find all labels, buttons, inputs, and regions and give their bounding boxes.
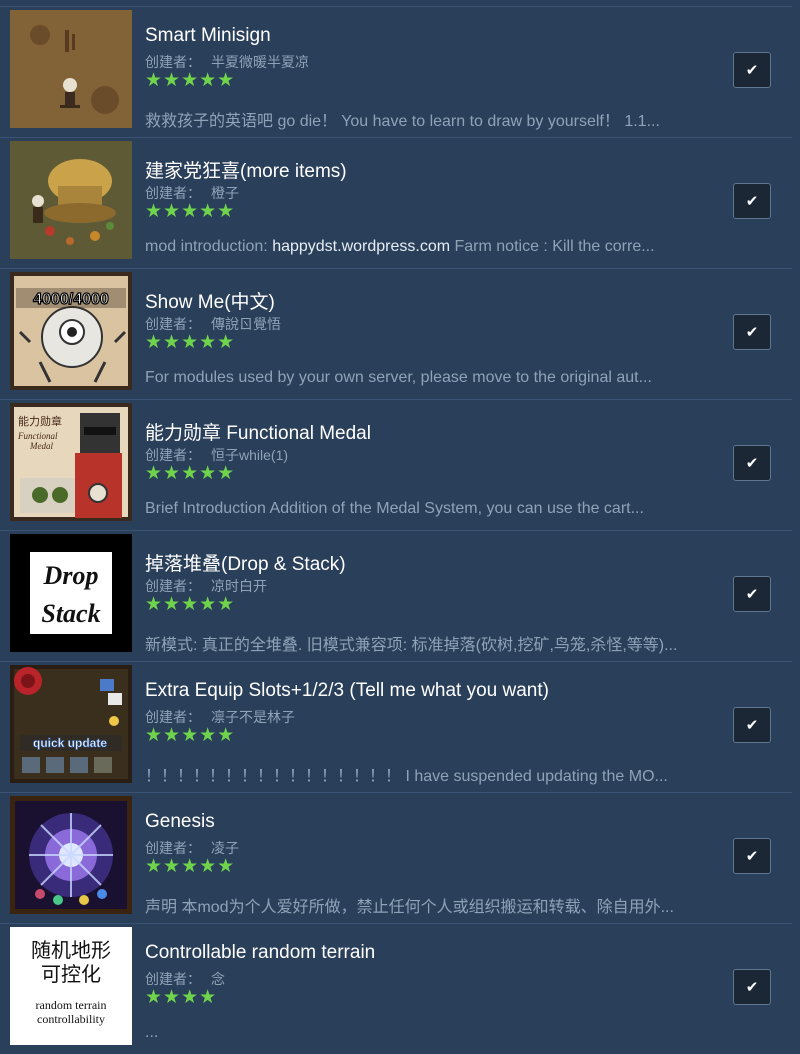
check-icon: ✔ <box>745 455 759 472</box>
mod-title[interactable]: Genesis <box>145 811 215 833</box>
author-label: 创建者： <box>145 185 201 201</box>
check-icon: ✔ <box>745 586 759 603</box>
thumb-label: 4000/4000 <box>33 291 109 308</box>
subscribe-checkbox[interactable]: ✔ <box>733 707 771 743</box>
subscribe-checkbox[interactable]: ✔ <box>733 183 771 219</box>
subscribe-checkbox[interactable]: ✔ <box>733 969 771 1005</box>
rating-stars: ★★★★★ <box>145 201 236 222</box>
subscribe-checkbox[interactable]: ✔ <box>733 576 771 612</box>
mod-item-drop-stack[interactable]: Drop Stack 掉落堆叠(Drop & Stack) 创建者： 凉时白开 ★… <box>0 530 792 654</box>
rating-stars: ★★★★★ <box>145 856 236 877</box>
rating-stars: ★★★★★ <box>145 70 236 91</box>
desc-suffix: Farm notice : Kill the corre... <box>450 238 655 255</box>
mod-item-builder[interactable]: 建家党狂喜(more items) 创建者： 橙子 ★★★★★ mod intro… <box>0 137 792 261</box>
author-label: 创建者： <box>145 316 201 332</box>
mod-thumbnail[interactable]: 4000/4000 <box>10 272 132 390</box>
mod-title[interactable]: Show Me(中文) <box>145 287 275 314</box>
drop-stack-thumbnail-image: Drop Stack <box>10 534 132 652</box>
mod-thumbnail[interactable]: 能力勋章 Functional Medal <box>10 403 132 521</box>
mod-item-functional-medal[interactable]: 能力勋章 Functional Medal 能力勋章 Functional Me… <box>0 399 792 523</box>
author-name[interactable]: 凌子 <box>211 840 239 856</box>
author-label: 创建者： <box>145 709 201 725</box>
rating-stars: ★★★★★ <box>145 332 236 353</box>
functional-medal-thumbnail-image: 能力勋章 Functional Medal <box>10 403 132 521</box>
author-name[interactable]: 半夏微暖半夏凉 <box>211 54 309 70</box>
mod-description: 新模式: 真正的全堆叠. 旧模式兼容项: 标准掉落(砍树,挖矿,鸟笼,杀怪,等等… <box>145 637 678 654</box>
author-label: 创建者： <box>145 447 201 463</box>
mod-thumbnail[interactable]: 随机地形 可控化 random terrain controllability <box>10 927 132 1045</box>
mod-thumbnail[interactable]: quick update <box>10 665 132 783</box>
thumb-label-1: Drop <box>43 561 99 590</box>
author-name[interactable]: 恒子while(1) <box>211 447 288 463</box>
mod-thumbnail[interactable] <box>10 141 132 259</box>
builder-thumbnail-image <box>10 141 132 259</box>
mod-thumbnail[interactable] <box>10 10 132 128</box>
author-label: 创建者： <box>145 578 201 594</box>
random-terrain-thumbnail-image: 随机地形 可控化 random terrain controllability <box>10 927 132 1045</box>
thumb-label-2: Stack <box>41 599 100 628</box>
author-name[interactable]: 凉时白开 <box>211 578 267 594</box>
mod-item-show-me[interactable]: 4000/4000 Show Me(中文) 创建者： 傳說ㄖ覺悟 ★★★★★ Fo… <box>0 268 792 392</box>
thumb-label-cn: 能力勋章 <box>18 414 62 428</box>
subscribe-checkbox[interactable]: ✔ <box>733 838 771 874</box>
check-icon: ✔ <box>745 848 759 865</box>
mod-item-smart-minisign[interactable]: Smart Minisign 创建者： 半夏微暖半夏凉 ★★★★★ 救救孩子的英语… <box>0 6 792 130</box>
mod-thumbnail[interactable]: Drop Stack <box>10 534 132 652</box>
mod-item-extra-equip-slots[interactable]: quick update Extra Equip Slots+1/2/3 (Te… <box>0 661 792 785</box>
mod-title[interactable]: Smart Minisign <box>145 25 271 47</box>
desc-prefix: mod introduction: <box>145 238 273 255</box>
check-icon: ✔ <box>745 979 759 996</box>
thumb-label-cn-1: 随机地形 <box>31 938 111 962</box>
desc-link[interactable]: happydst.wordpress.com <box>272 238 450 255</box>
mod-title[interactable]: 掉落堆叠(Drop & Stack) <box>145 549 346 576</box>
smart-minisign-thumbnail-image <box>10 10 132 128</box>
thumb-label-en-1: Functional <box>17 431 58 441</box>
subscribe-checkbox[interactable]: ✔ <box>733 314 771 350</box>
genesis-thumbnail-image <box>10 796 132 914</box>
mod-title[interactable]: 能力勋章 Functional Medal <box>145 418 371 445</box>
mod-description: mod introduction: happydst.wordpress.com… <box>145 238 720 256</box>
check-icon: ✔ <box>745 324 759 341</box>
extra-equip-thumbnail-image: quick update <box>10 665 132 783</box>
rating-stars: ★★★★★ <box>145 463 236 484</box>
mod-description: 声明 本mod为个人爱好所做，禁止任何个人或组织搬运和转载、除自用外... <box>145 899 674 916</box>
thumb-label-en-1: random terrain <box>36 998 107 1012</box>
check-icon: ✔ <box>745 717 759 734</box>
author-name[interactable]: 念 <box>211 971 225 987</box>
mod-item-genesis[interactable]: Genesis 创建者： 凌子 ★★★★★ 声明 本mod为个人爱好所做，禁止任何… <box>0 792 792 916</box>
mod-description: Brief Introduction Addition of the Medal… <box>145 500 644 517</box>
rating-stars: ★★★★★ <box>145 594 236 615</box>
check-icon: ✔ <box>745 193 759 210</box>
thumb-label-en-2: controllability <box>37 1012 105 1026</box>
subscribe-checkbox[interactable]: ✔ <box>733 52 771 88</box>
mod-title[interactable]: Extra Equip Slots+1/2/3 (Tell me what yo… <box>145 680 549 702</box>
author-name[interactable]: 橙子 <box>211 185 239 201</box>
mod-list: Smart Minisign 创建者： 半夏微暖半夏凉 ★★★★★ 救救孩子的英语… <box>0 0 792 1047</box>
subscribe-checkbox[interactable]: ✔ <box>733 445 771 481</box>
thumb-label: quick update <box>33 736 107 750</box>
thumb-label-en-2: Medal <box>29 441 53 451</box>
thumb-label-cn-2: 可控化 <box>41 962 101 986</box>
mod-description: 救救孩子的英语吧 go die！ You have to learn to dr… <box>145 113 660 130</box>
author-label: 创建者： <box>145 840 201 856</box>
mod-description: ！！！！！！！！！！！！！！！！ I have suspended updati… <box>145 768 668 785</box>
rating-stars: ★★★★★ <box>145 725 236 746</box>
mod-description: ... <box>145 1024 159 1041</box>
author-label: 创建者： <box>145 971 201 987</box>
mod-item-random-terrain[interactable]: 随机地形 可控化 random terrain controllability … <box>0 923 792 1047</box>
rating-stars: ★★★★ <box>145 987 218 1008</box>
author-name[interactable]: 凛子不是林子 <box>211 709 295 725</box>
author-name[interactable]: 傳說ㄖ覺悟 <box>211 316 281 332</box>
mod-title[interactable]: 建家党狂喜(more items) <box>145 156 347 183</box>
author-label: 创建者： <box>145 54 201 70</box>
show-me-thumbnail-image: 4000/4000 <box>10 272 132 390</box>
mod-description: For modules used by your own server, ple… <box>145 369 652 386</box>
mod-thumbnail[interactable] <box>10 796 132 914</box>
mod-title[interactable]: Controllable random terrain <box>145 942 375 964</box>
check-icon: ✔ <box>745 62 759 79</box>
